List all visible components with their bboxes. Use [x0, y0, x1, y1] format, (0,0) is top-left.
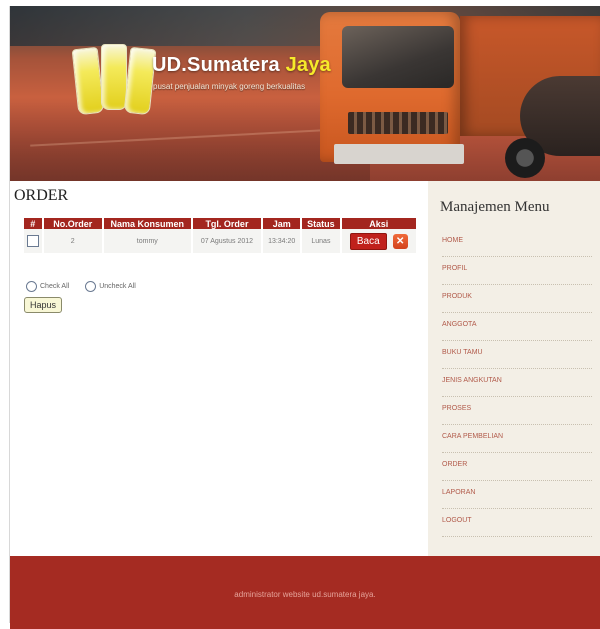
cell-nama-konsumen: tommy	[103, 229, 191, 253]
sidebar-item-anggota[interactable]: ANGGOTA	[442, 313, 592, 341]
uncheck-all-radio[interactable]	[85, 281, 97, 292]
site-subtitle: pusat penjualan minyak goreng berkualita…	[153, 82, 306, 91]
check-all-option[interactable]: Check All	[26, 281, 69, 292]
column-header-nama-konsumen: Nama Konsumen	[103, 218, 191, 229]
header-banner: UD.Sumatera Jaya pusat penjualan minyak …	[10, 6, 600, 181]
column-header-no-order: No.Order	[43, 218, 102, 229]
orders-table: # No.Order Nama Konsumen Tgl. Order Jam …	[22, 218, 418, 253]
page-title: ORDER	[14, 187, 69, 204]
delete-selected-button[interactable]: Hapus	[24, 297, 63, 313]
sidebar-item-buku-tamu[interactable]: BUKU TAMU	[442, 341, 592, 369]
column-header-aksi: Aksi	[341, 218, 416, 229]
read-order-button[interactable]: Baca	[349, 232, 387, 250]
sidebar-item-produk[interactable]: PRODUK	[442, 285, 592, 313]
close-icon[interactable]: ✕	[392, 233, 408, 249]
footer-text: administrator website ud.sumatera jaya.	[234, 590, 376, 599]
cell-status: Lunas	[302, 229, 340, 253]
main-content: ORDER # No.Order Nama Konsumen Tgl. Orde…	[10, 181, 428, 556]
sidebar-item-order[interactable]: ORDER	[442, 453, 592, 481]
sidebar-item-proses[interactable]: PROSES	[442, 397, 592, 425]
sidebar-item-home[interactable]: HOME	[442, 229, 592, 257]
sidebar-item-logout[interactable]: LOGOUT	[442, 509, 592, 537]
cell-no-order: 2	[43, 229, 102, 253]
sidebar-item-jenis-angkutan[interactable]: JENIS ANGKUTAN	[442, 369, 592, 397]
column-header-tgl-order: Tgl. Order	[192, 218, 262, 229]
page-frame: UD.Sumatera Jaya pusat penjualan minyak …	[10, 6, 600, 629]
column-header-jam: Jam	[263, 218, 301, 229]
uncheck-all-option[interactable]: Uncheck All	[85, 281, 136, 292]
table-row: 2 tommy 07 Agustus 2012 13:34:20 Lunas B…	[24, 229, 416, 253]
check-all-radio[interactable]	[26, 281, 37, 292]
row-checkbox[interactable]	[26, 235, 39, 247]
table-header-row: # No.Order Nama Konsumen Tgl. Order Jam …	[24, 218, 416, 229]
sidebar-menu: HOME PROFIL PRODUK ANGGOTA BUKU TAMU JEN…	[442, 229, 592, 537]
footer: administrator website ud.sumatera jaya.	[10, 556, 600, 629]
cell-tgl-order: 07 Agustus 2012	[192, 229, 262, 253]
cell-aksi: Baca ✕	[341, 229, 416, 253]
selection-controls: Check All Uncheck All	[26, 281, 152, 292]
sidebar-item-profil[interactable]: PROFIL	[442, 257, 592, 285]
sidebar-item-cara-pembelian[interactable]: CARA PEMBELIAN	[442, 425, 592, 453]
uncheck-all-label: Uncheck All	[99, 283, 136, 290]
column-header-status: Status	[302, 218, 340, 229]
site-title: UD.Sumatera Jaya	[152, 54, 331, 76]
truck-image	[310, 6, 600, 181]
sidebar-title: Manajemen Menu	[440, 199, 550, 215]
check-all-label: Check All	[40, 283, 70, 290]
row-select-cell	[24, 229, 42, 253]
column-header-select: #	[24, 218, 42, 229]
cell-jam: 13:34:20	[263, 229, 301, 253]
sidebar: Manajemen Menu HOME PROFIL PRODUK ANGGOT…	[428, 181, 600, 556]
oil-bottles-logo	[71, 44, 157, 116]
sidebar-item-laporan[interactable]: LAPORAN	[442, 481, 592, 509]
